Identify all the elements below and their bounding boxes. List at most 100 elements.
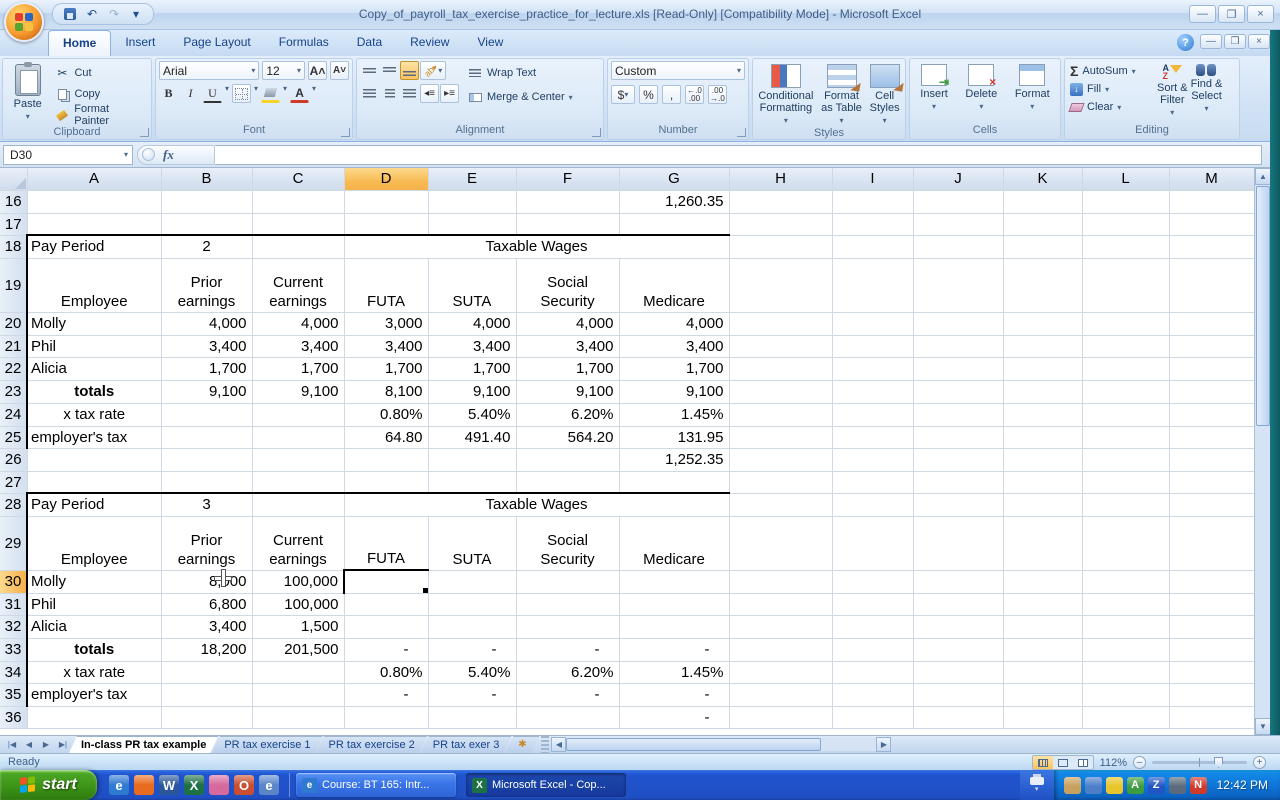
format-painter-button[interactable]: Format Painter	[52, 106, 148, 124]
cell-H33[interactable]	[729, 638, 832, 661]
cell-H24[interactable]	[729, 403, 832, 426]
cell-G22[interactable]: 1,700	[619, 357, 729, 380]
cell-E33[interactable]: -	[428, 638, 516, 661]
orientation-button[interactable]: ab▸▾	[420, 61, 446, 80]
ie-icon[interactable]: e	[109, 775, 129, 795]
cell-H18[interactable]	[729, 235, 832, 258]
cell-E27[interactable]	[428, 471, 516, 493]
cell-K27[interactable]	[1003, 471, 1082, 493]
cell-I30[interactable]	[832, 570, 913, 593]
cell-B26[interactable]	[161, 448, 252, 471]
excel-icon[interactable]: X	[184, 775, 204, 795]
cell-L29[interactable]	[1082, 516, 1169, 570]
cell-C26[interactable]	[252, 448, 344, 471]
cell-L21[interactable]	[1082, 335, 1169, 357]
row-header-31[interactable]: 31	[0, 593, 27, 615]
cell-A35[interactable]: employer's tax	[27, 683, 161, 706]
cell-D18[interactable]: Taxable Wages	[344, 235, 729, 258]
cell-B21[interactable]: 3,400	[161, 335, 252, 357]
word-icon[interactable]: W	[159, 775, 179, 795]
font-size-select[interactable]: 12▾	[262, 61, 305, 80]
cell-A26[interactable]	[27, 448, 161, 471]
align-right-button[interactable]	[400, 84, 419, 103]
cell-B25[interactable]	[161, 426, 252, 448]
fill-color-button[interactable]	[261, 84, 280, 103]
volume-icon[interactable]	[1169, 777, 1186, 794]
select-all-corner[interactable]	[0, 168, 27, 190]
cell-K33[interactable]	[1003, 638, 1082, 661]
cell-J35[interactable]	[913, 683, 1003, 706]
cell-B24[interactable]	[161, 403, 252, 426]
cell-D35[interactable]: -	[344, 683, 428, 706]
cell-C34[interactable]	[252, 661, 344, 683]
cell-E20[interactable]: 4,000	[428, 312, 516, 335]
italic-button[interactable]: I	[181, 84, 200, 103]
cell-D24[interactable]: 0.80%	[344, 403, 428, 426]
cell-E23[interactable]: 9,100	[428, 380, 516, 403]
cell-I29[interactable]	[832, 516, 913, 570]
scroll-right-arrow[interactable]: ▶	[876, 737, 891, 752]
cell-H35[interactable]	[729, 683, 832, 706]
horizontal-scrollbar[interactable]: ◀ ▶	[551, 737, 1278, 752]
cell-K25[interactable]	[1003, 426, 1082, 448]
alignment-dialog-launcher[interactable]	[592, 128, 601, 137]
cell-D25[interactable]: 64.80	[344, 426, 428, 448]
cell-B17[interactable]	[161, 213, 252, 235]
cell-K22[interactable]	[1003, 357, 1082, 380]
cell-L33[interactable]	[1082, 638, 1169, 661]
cell-C33[interactable]: 201,500	[252, 638, 344, 661]
cell-C29[interactable]: Currentearnings	[252, 516, 344, 570]
copy-button[interactable]: Copy	[52, 85, 148, 103]
cell-J20[interactable]	[913, 312, 1003, 335]
cell-L24[interactable]	[1082, 403, 1169, 426]
page-layout-view-button[interactable]	[1053, 756, 1073, 769]
percent-style-button[interactable]: %	[639, 85, 658, 104]
cell-C35[interactable]	[252, 683, 344, 706]
minimize-button[interactable]: —	[1189, 5, 1216, 23]
number-format-select[interactable]: Custom▾	[611, 61, 745, 80]
cell-F22[interactable]: 1,700	[516, 357, 619, 380]
cell-G16[interactable]: 1,260.35	[619, 190, 729, 213]
cell-I23[interactable]	[832, 380, 913, 403]
row-header-34[interactable]: 34	[0, 661, 27, 683]
cell-D36[interactable]	[344, 706, 428, 728]
cell-A32[interactable]: Alicia	[27, 615, 161, 638]
cell-C30[interactable]: 100,000	[252, 570, 344, 593]
fill-button[interactable]: ↓Fill▾	[1068, 81, 1154, 97]
cell-C28[interactable]	[252, 493, 344, 516]
cut-button[interactable]: ✂Cut	[52, 64, 148, 82]
cell-H20[interactable]	[729, 312, 832, 335]
cell-B28[interactable]: 3	[161, 493, 252, 516]
align-top-button[interactable]	[360, 61, 379, 80]
cell-K20[interactable]	[1003, 312, 1082, 335]
cell-G25[interactable]: 131.95	[619, 426, 729, 448]
row-header-30[interactable]: 30	[0, 570, 27, 593]
row-header-35[interactable]: 35	[0, 683, 27, 706]
cell-F19[interactable]: SocialSecurity	[516, 258, 619, 312]
insert-cells-button[interactable]: ⇥ Insert▾	[920, 61, 948, 122]
delete-cells-button[interactable]: × Delete▾	[965, 61, 997, 122]
cell-K19[interactable]	[1003, 258, 1082, 312]
cell-B22[interactable]: 1,700	[161, 357, 252, 380]
tab-formulas[interactable]: Formulas	[265, 30, 343, 56]
row-header-19[interactable]: 19	[0, 258, 27, 312]
cell-K36[interactable]	[1003, 706, 1082, 728]
cell-C36[interactable]	[252, 706, 344, 728]
formula-input[interactable]	[215, 145, 1262, 165]
zoom-level[interactable]: 112%	[1100, 757, 1127, 769]
cell-K26[interactable]	[1003, 448, 1082, 471]
cell-E19[interactable]: SUTA	[428, 258, 516, 312]
number-dialog-launcher[interactable]	[737, 128, 746, 137]
format-cells-button[interactable]: Format▾	[1015, 61, 1050, 122]
decrease-decimal-button[interactable]: .00→.0	[708, 85, 727, 104]
cell-J16[interactable]	[913, 190, 1003, 213]
cell-B30[interactable]: 8,000	[161, 570, 252, 593]
cell-J27[interactable]	[913, 471, 1003, 493]
cell-M35[interactable]	[1169, 683, 1254, 706]
cell-C27[interactable]	[252, 471, 344, 493]
cell-A31[interactable]: Phil	[27, 593, 161, 615]
cell-M30[interactable]	[1169, 570, 1254, 593]
row-header-36[interactable]: 36	[0, 706, 27, 728]
cell-B27[interactable]	[161, 471, 252, 493]
cell-L28[interactable]	[1082, 493, 1169, 516]
